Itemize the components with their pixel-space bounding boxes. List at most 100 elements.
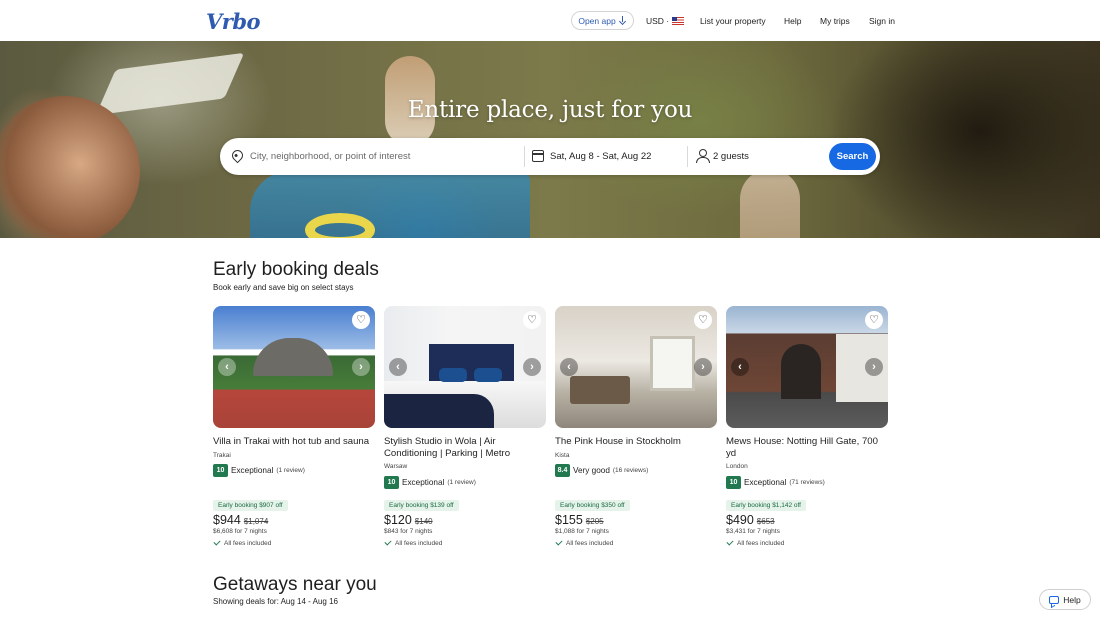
divider — [524, 146, 525, 167]
dates-field[interactable]: Sat, Aug 8 - Sat, Aug 22 — [550, 138, 680, 175]
divider — [687, 146, 688, 167]
original-price: $1,074 — [243, 517, 269, 526]
total-price: $6,608 for 7 nights — [213, 528, 267, 535]
original-price: $205 — [585, 517, 604, 526]
fees-note: All fees included — [384, 538, 443, 547]
top-header: Vrbo Open app USD · List your property H… — [0, 0, 1100, 41]
favorite-heart-icon[interactable]: ♡ — [694, 311, 712, 329]
deals-title: Early booking deals — [213, 259, 379, 280]
fees-note: All fees included — [726, 538, 785, 547]
table-shape — [570, 376, 630, 404]
location-pin-icon — [229, 147, 246, 164]
review-count: (1 review) — [447, 479, 476, 486]
check-icon — [213, 538, 221, 546]
property-location: Kista — [555, 452, 570, 459]
deal-badge: Early booking $350 off — [555, 500, 630, 511]
total-price: $1,088 for 7 nights — [555, 528, 609, 535]
previous-image-icon[interactable]: ‹ — [218, 358, 236, 376]
hero-title: Entire place, just for you — [407, 97, 693, 123]
person-icon — [696, 149, 710, 163]
rating-label: Exceptional — [744, 478, 787, 487]
property-card[interactable]: ♡ ‹ › Mews House: Notting Hill Gate, 700… — [726, 306, 888, 556]
original-price: $140 — [414, 517, 433, 526]
favorite-heart-icon[interactable]: ♡ — [865, 311, 883, 329]
property-location: Trakai — [213, 452, 231, 459]
fees-label: All fees included — [395, 539, 443, 547]
child-figure — [740, 169, 800, 238]
review-count: (16 reviews) — [612, 467, 649, 474]
property-card[interactable]: ♡ ‹ › Stylish Studio in Wola | Air Condi… — [384, 306, 546, 556]
sign-in-link[interactable]: Sign in — [869, 11, 895, 30]
next-image-icon[interactable]: › — [352, 358, 370, 376]
property-title[interactable]: Villa in Trakai with hot tub and sauna — [213, 436, 375, 448]
next-image-icon[interactable]: › — [694, 358, 712, 376]
current-price: $155 — [555, 513, 583, 527]
property-location: Warsaw — [384, 463, 408, 470]
property-title[interactable]: Stylish Studio in Wola | Air Conditionin… — [384, 436, 546, 459]
fees-label: All fees included — [737, 539, 785, 547]
pool-shape — [250, 171, 530, 238]
help-chat-button[interactable]: Help — [1039, 589, 1091, 610]
currency-selector[interactable]: USD · — [646, 11, 685, 30]
property-title[interactable]: Mews House: Notting Hill Gate, 700 yd — [726, 436, 888, 459]
previous-image-icon[interactable]: ‹ — [731, 358, 749, 376]
property-card[interactable]: ♡ ‹ › The Pink House in Stockholm Kista … — [555, 306, 717, 556]
open-app-button[interactable]: Open app — [571, 11, 634, 30]
search-button[interactable]: Search — [829, 143, 876, 170]
list-property-link[interactable]: List your property — [700, 11, 766, 30]
price: $120 $140 — [384, 513, 433, 527]
current-price: $120 — [384, 513, 412, 527]
check-icon — [384, 538, 392, 546]
property-title[interactable]: The Pink House in Stockholm — [555, 436, 717, 448]
fees-note: All fees included — [555, 538, 614, 547]
us-flag-icon — [672, 16, 685, 25]
vrbo-logo[interactable]: Vrbo — [206, 9, 261, 34]
search-bar: City, neighborhood, or point of interest… — [220, 138, 880, 175]
rating: 10 Exceptional (1 review) — [384, 476, 476, 489]
help-label: Help — [1063, 594, 1081, 605]
house-shape — [253, 338, 333, 376]
pillow-shape — [439, 368, 467, 382]
next-image-icon[interactable]: › — [865, 358, 883, 376]
help-link[interactable]: Help — [784, 11, 801, 30]
fees-label: All fees included — [224, 539, 272, 547]
property-image[interactable]: ♡ ‹ › — [213, 306, 375, 428]
property-card[interactable]: ♡ ‹ › Villa in Trakai with hot tub and s… — [213, 306, 375, 556]
chat-icon — [1049, 595, 1060, 604]
favorite-heart-icon[interactable]: ♡ — [352, 311, 370, 329]
price: $155 $205 — [555, 513, 604, 527]
download-icon — [619, 16, 627, 25]
current-price: $490 — [726, 513, 754, 527]
favorite-heart-icon[interactable]: ♡ — [523, 311, 541, 329]
window-shape — [650, 336, 695, 391]
review-count: (1 review) — [276, 467, 305, 474]
destination-input[interactable]: City, neighborhood, or point of interest — [250, 138, 520, 175]
previous-image-icon[interactable]: ‹ — [389, 358, 407, 376]
rating-score: 8.4 — [555, 464, 570, 477]
guests-field[interactable]: 2 guests — [713, 138, 813, 175]
property-image[interactable]: ♡ ‹ › — [555, 306, 717, 428]
rating: 10 Exceptional (71 reviews) — [726, 476, 825, 489]
property-image[interactable]: ♡ ‹ › — [384, 306, 546, 428]
rating-score: 10 — [213, 464, 228, 477]
calendar-icon — [531, 150, 544, 162]
check-icon — [555, 538, 563, 546]
property-location: London — [726, 463, 748, 470]
getaways-subtitle: Showing deals for: Aug 14 - Aug 16 — [213, 597, 338, 606]
property-image[interactable]: ♡ ‹ › — [726, 306, 888, 428]
next-image-icon[interactable]: › — [523, 358, 541, 376]
fees-label: All fees included — [566, 539, 614, 547]
my-trips-link[interactable]: My trips — [820, 11, 850, 30]
rating-label: Exceptional — [402, 478, 445, 487]
previous-image-icon[interactable]: ‹ — [560, 358, 578, 376]
fees-note: All fees included — [213, 538, 272, 547]
current-price: $944 — [213, 513, 241, 527]
price: $490 $653 — [726, 513, 775, 527]
check-icon — [726, 538, 734, 546]
pillow-shape — [474, 368, 502, 382]
rating: 8.4 Very good (16 reviews) — [555, 464, 648, 477]
blanket-shape — [384, 394, 494, 428]
deals-subtitle: Book early and save big on select stays — [213, 283, 354, 292]
archway-shape — [781, 344, 821, 399]
rating-score: 10 — [384, 476, 399, 489]
